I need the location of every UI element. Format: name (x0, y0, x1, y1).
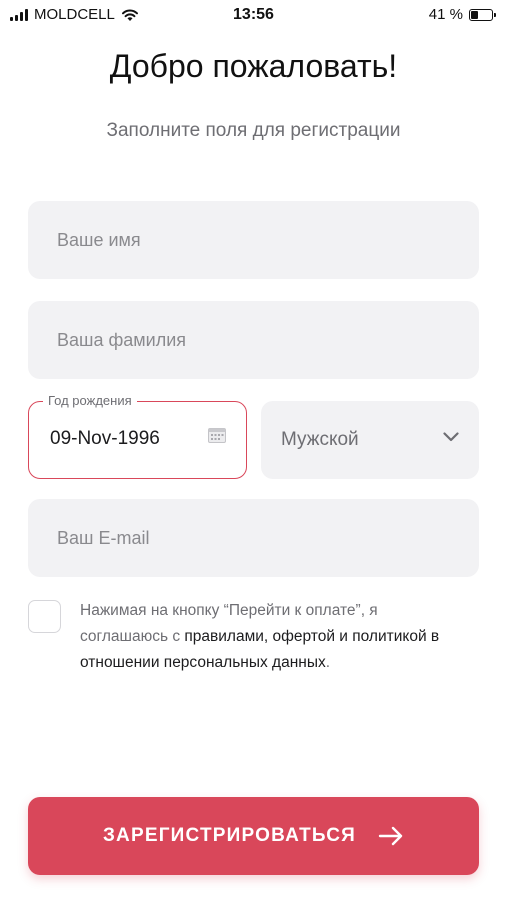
chevron-down-icon (443, 432, 459, 442)
battery-percent: 41 % (428, 6, 463, 23)
birth-date-label: Год рождения (43, 393, 137, 408)
register-button-label: ЗАРЕГИСТРИРОВАТЬСЯ (102, 825, 357, 846)
status-bar: MOLDCELL 13:56 41 % (0, 0, 507, 30)
consent-text-after: . (325, 654, 331, 671)
consent-text: Нажимая на кнопку “Перейти к оплате”, я … (80, 598, 460, 676)
gender-select[interactable]: Мужской (261, 401, 479, 479)
first-name-field[interactable] (28, 201, 479, 279)
calendar-icon[interactable] (208, 427, 226, 443)
page-title: Добро пожаловать! (109, 48, 398, 84)
last-name-input[interactable] (55, 328, 479, 352)
last-name-field[interactable] (28, 301, 479, 379)
page-subtitle: Заполните поля для регистрации (106, 120, 401, 141)
consent-checkbox[interactable] (28, 600, 61, 633)
email-field[interactable] (28, 499, 479, 577)
register-button[interactable]: ЗАРЕГИСТРИРОВАТЬСЯ (28, 797, 479, 875)
email-input[interactable] (55, 526, 479, 550)
gender-selected-value: Мужской (281, 429, 359, 450)
birth-date-value[interactable]: 09-Nov-1996 (50, 428, 160, 450)
arrow-right-icon (378, 826, 403, 846)
status-bar-right: 41 % (428, 6, 496, 23)
birth-date-field[interactable]: Год рождения 09-Nov-1996 (28, 393, 247, 479)
battery-icon (469, 8, 496, 21)
registration-screen: MOLDCELL 13:56 41 % Добро пожаловать! За… (0, 0, 507, 900)
first-name-input[interactable] (55, 228, 479, 252)
battery-level (471, 10, 479, 19)
